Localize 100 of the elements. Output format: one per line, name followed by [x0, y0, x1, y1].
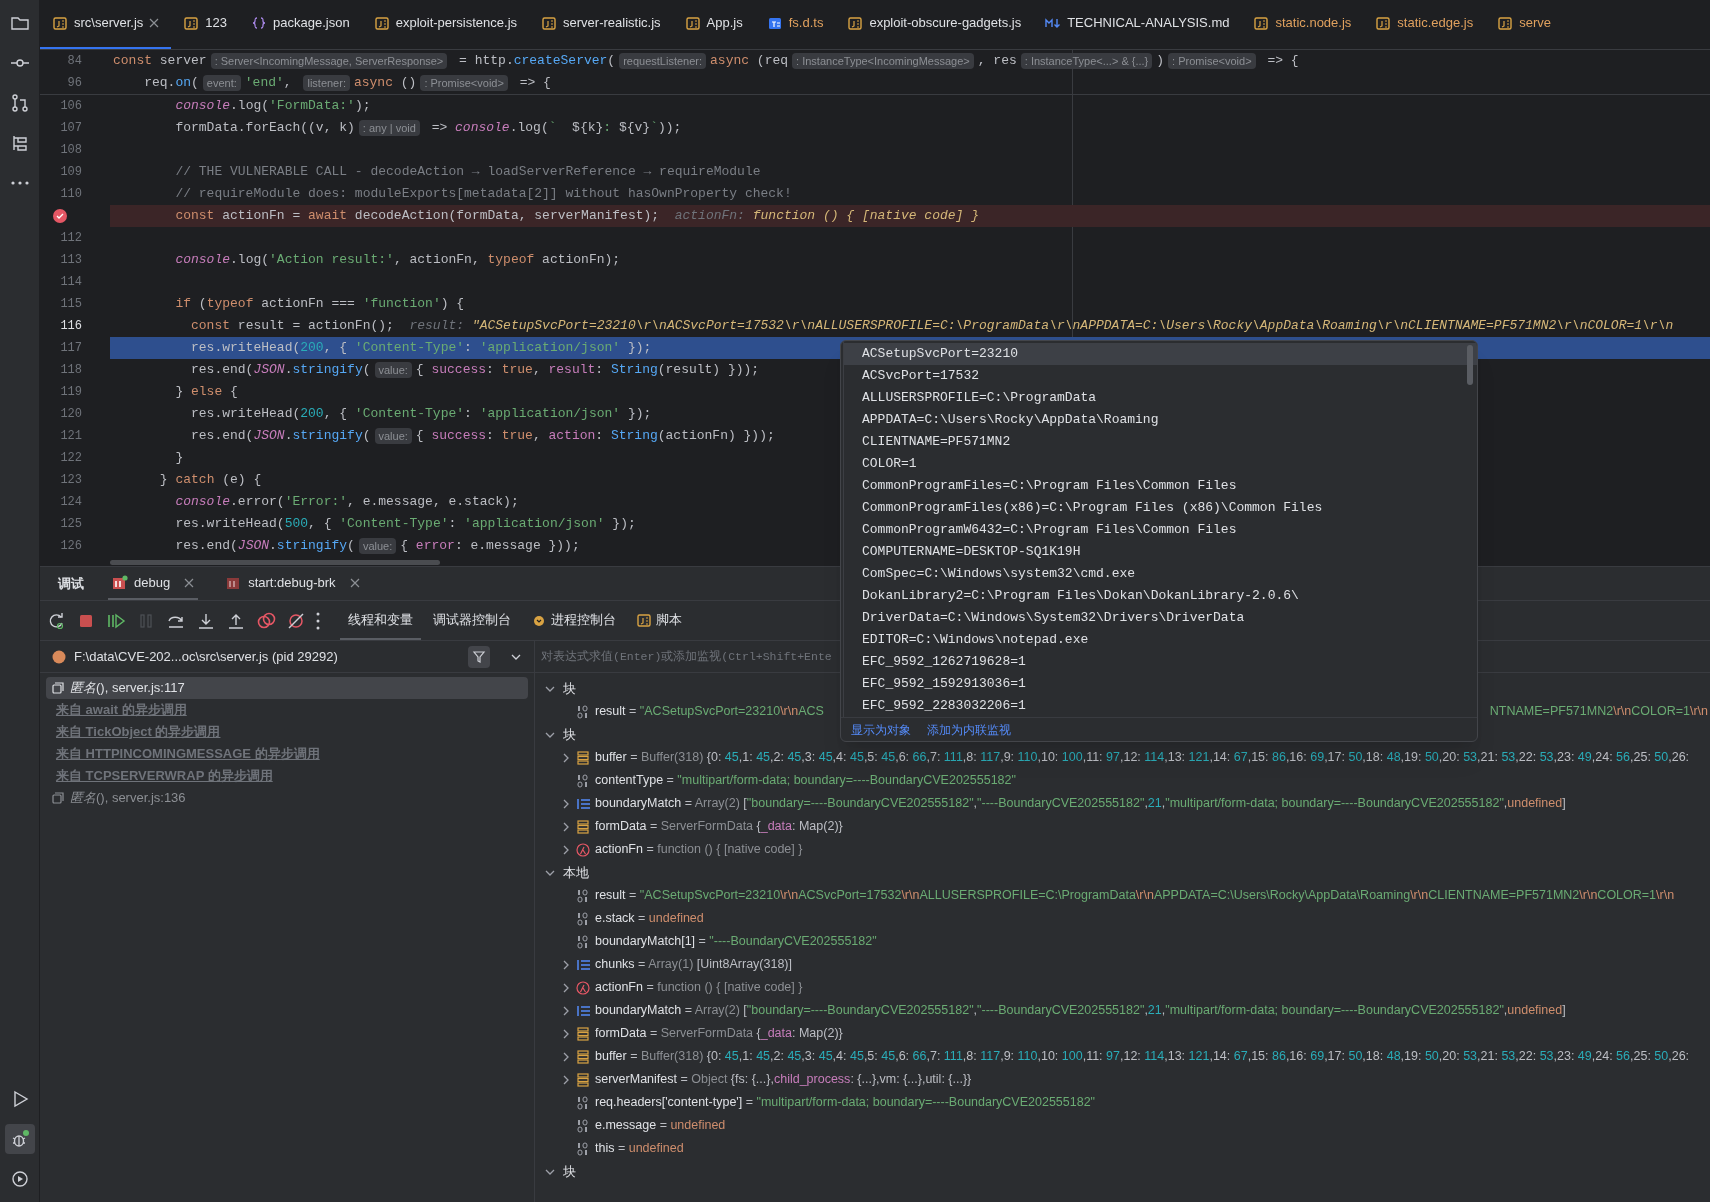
primitive-icon [576, 1094, 590, 1111]
variable-text: boundaryMatch[1] = "----BoundaryCVE202555182" [595, 933, 877, 951]
view-tab[interactable]: 进程控制台 [523, 601, 624, 640]
editor-tab[interactable]: exploit-persistence.js [361, 0, 530, 49]
scope-label: 块 [563, 1162, 576, 1181]
primitive-icon [576, 910, 590, 927]
line-number: 114 [60, 274, 82, 291]
close-icon[interactable] [184, 577, 195, 588]
primitive-icon [576, 703, 590, 720]
popup-link[interactable]: 显示为对象 [851, 720, 911, 739]
line-number: 113 [60, 252, 82, 269]
code-text: = http.createServer( [458, 52, 616, 71]
chevron-right-icon[interactable] [561, 844, 571, 855]
stack-icon [576, 1071, 590, 1088]
code-text: console.error('Error:', e.message, e.stack); [174, 493, 519, 512]
popup-link[interactable]: 添加为内联监视 [927, 720, 1011, 739]
code-text: { error: e.message })); [400, 537, 580, 556]
line-number: 109 [60, 164, 82, 181]
code-text: , res [977, 52, 1017, 71]
view-tab[interactable]: 脚本 [628, 601, 690, 640]
breakpoints-icon[interactable] [256, 610, 276, 631]
inlay-hint: : Promise<void> [1168, 53, 1256, 69]
chevron-right-icon[interactable] [561, 1005, 571, 1016]
inline-value: result: "ACSetupSvcPort=23210\r\nACSvcPort=17532\r\nALLUSERSPROFILE=C:\ProgramData\r\nAPPDATA=C:\Users\Rocky\AppData\Roaming\r\nCLIENTNAME=PF571MN2\r\nCOLOR=1\r\n [408, 317, 1674, 336]
close-icon[interactable] [349, 577, 360, 588]
breakpoint-icon[interactable] [52, 208, 68, 224]
chevron-right-icon[interactable] [561, 752, 571, 763]
line-number: 119 [60, 384, 82, 401]
inlay-hint: value: [358, 538, 397, 554]
stack-frame[interactable]: 匿名(), server.js:117 [46, 677, 528, 699]
session-tab[interactable]: debug [108, 567, 199, 600]
code-text: => { [518, 74, 551, 93]
editor-tab[interactable]: server-realistic.js [529, 0, 673, 49]
inlay-hint: : Server<IncomingMessage, ServerResponse> [210, 53, 448, 69]
thread-selector[interactable]: F:\data\CVE-202...oc\src\server.js (pid 29292) [74, 646, 460, 667]
editor-tab[interactable]: 123 [171, 0, 240, 49]
code-text: if (typeof actionFn === 'function') { [174, 295, 465, 314]
editor-tab[interactable]: package.json [239, 0, 362, 49]
line-number: 122 [60, 450, 82, 467]
filter-icon [472, 649, 486, 664]
chevron-right-icon[interactable] [561, 821, 571, 832]
line-number: 96 [67, 75, 82, 92]
variable-text: actionFn = function () { [native code] } [595, 841, 803, 859]
js-file-icon [373, 15, 390, 31]
line-number: 106 [60, 98, 82, 115]
variable-text: chunks = Array(1) [Uint8Array(318)] [595, 956, 792, 974]
inlay-hint: : InstanceType<...> & {...} [1020, 53, 1153, 69]
variable-text: boundaryMatch = Array(2) ["boundary=----BoundaryCVE202555182","----BoundaryCVE202555182",21,"multipart/form-data; boundary=----BoundaryCVE202555182",undefined] [595, 1002, 1566, 1020]
frame-icon [52, 682, 64, 694]
primitive-icon [576, 1117, 590, 1134]
primitive-icon [576, 1140, 590, 1157]
chevron-right-icon[interactable] [561, 959, 571, 970]
variable-text: this = undefined [595, 1140, 684, 1158]
code-text: } [174, 449, 184, 468]
more-icon [10, 181, 29, 185]
watch-input[interactable]: 对表达式求值(Enter)或添加监视(Ctrl+Shift+Ente [535, 641, 833, 672]
view-tab[interactable]: 线程和变量 [340, 601, 421, 640]
editor-tab[interactable]: exploit-obscure-gadgets.js [835, 0, 1034, 49]
toolwindow-button[interactable] [4, 1124, 35, 1154]
js-file-icon [636, 611, 652, 628]
line-number: 123 [60, 472, 82, 489]
scrollbar[interactable] [1467, 345, 1473, 385]
editor-tab[interactable]: TECHNICAL-ANALYSIS.md [1033, 0, 1242, 49]
view-tab[interactable]: 调试器控制台 [425, 601, 519, 640]
editor-tab[interactable]: serve [1485, 0, 1563, 49]
filter-button[interactable] [468, 645, 490, 668]
chevron-right-icon[interactable] [561, 1051, 571, 1062]
panel-title: 调试 [56, 574, 84, 593]
stack-icon [576, 818, 590, 835]
close-icon[interactable] [149, 18, 160, 28]
editor-tab[interactable]: fs.d.ts [754, 0, 836, 49]
stack-frame[interactable]: 匿名(), server.js:136 [46, 787, 528, 809]
line-number: 108 [60, 142, 82, 159]
status-dot-icon [52, 649, 66, 664]
line-number: 121 [60, 428, 82, 445]
line-number: 84 [67, 53, 82, 70]
variable-text: NTNAME=PF571MN2\r\nCOLOR=1\r\n [1489, 703, 1709, 721]
variable-text: boundaryMatch = Array(2) ["boundary=----BoundaryCVE202555182","----BoundaryCVE202555182",21,"multipart/form-data; boundary=----BoundaryCVE202555182",undefined] [595, 795, 1566, 813]
code-text: { success: true, action: String(actionFn) })); [415, 427, 775, 446]
chevron-right-icon[interactable] [561, 1028, 571, 1039]
code-text: formData.forEach((v, k) [174, 119, 355, 138]
chevron-right-icon[interactable] [561, 982, 571, 993]
code-text: res.end(JSON.stringify( [174, 537, 355, 556]
stack-icon [576, 1025, 590, 1042]
js-file-icon [183, 15, 200, 31]
chevron-right-icon[interactable] [561, 1074, 571, 1085]
editor-tab[interactable]: static.edge.js [1363, 0, 1486, 49]
lambda-icon [576, 841, 590, 858]
line-number: 124 [60, 494, 82, 511]
code-text: const actionFn = await decodeAction(formData, serverManifest); [174, 207, 660, 226]
editor-tab[interactable]: App.js [672, 0, 755, 49]
session-tab[interactable]: start:debug-brk [222, 567, 364, 600]
stack-icon [576, 749, 590, 766]
editor-tab[interactable]: static.node.js [1241, 0, 1364, 49]
ts-file-icon [766, 15, 783, 31]
code-text: // requireModule does: moduleExports[metadata[2]] without hasOwnProperty check! [174, 185, 792, 204]
chevron-right-icon[interactable] [561, 798, 571, 809]
js-file-icon [684, 15, 701, 31]
scrollbar[interactable] [110, 560, 440, 565]
more-icon[interactable] [316, 611, 320, 630]
